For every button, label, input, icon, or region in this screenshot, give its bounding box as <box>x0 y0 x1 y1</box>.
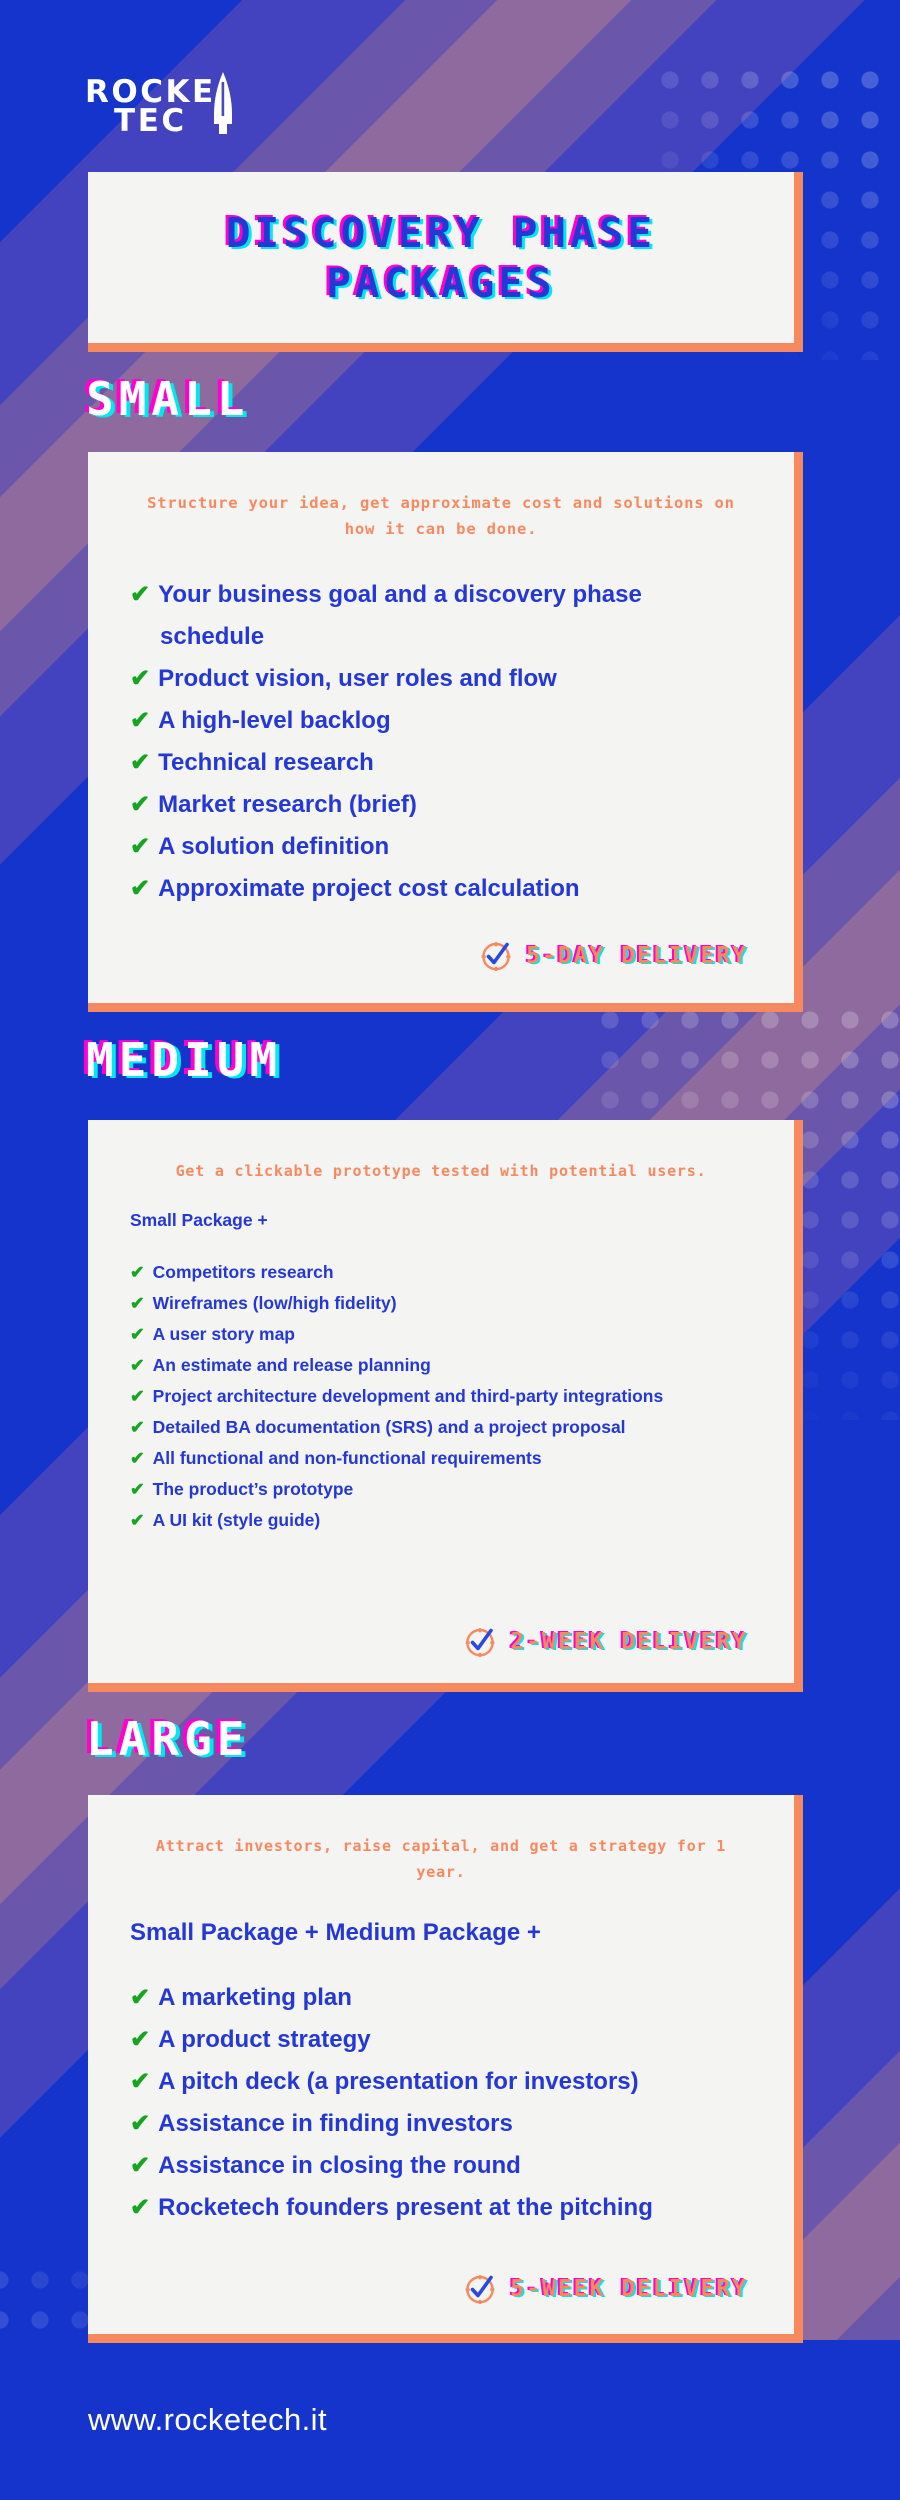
feature-item: ✔ A UI kit (style guide) <box>130 1505 752 1536</box>
package-tagline-medium: Get a clickable prototype tested with po… <box>175 1162 707 1180</box>
feature-item-label: Project architecture development and thi… <box>152 1386 664 1406</box>
check-icon: ✔ <box>130 581 151 608</box>
check-icon: ✔ <box>130 1324 145 1344</box>
check-icon: ✔ <box>130 1386 145 1406</box>
feature-item-label: A user story map <box>152 1324 295 1344</box>
check-icon: ✔ <box>130 1262 145 1282</box>
feature-item: ✔ All functional and non-functional requi… <box>130 1443 752 1474</box>
feature-item: ✔ A marketing plan <box>130 1977 752 2019</box>
logo-line-2: TEC <box>114 103 187 139</box>
page-title: DISCOVERY PHASE PACKAGES <box>226 208 656 308</box>
feature-item-label: Assistance in finding investors <box>158 2110 513 2137</box>
section-heading-medium: MEDIUM <box>86 1033 283 1087</box>
feature-item-label: A high-level backlog <box>158 707 391 734</box>
feature-item: ✔ Market research (brief) <box>130 784 752 826</box>
feature-item: ✔ Your business goal and a discovery phas… <box>130 574 752 658</box>
feature-item-label: The product’s prototype <box>152 1479 354 1499</box>
feature-item-label: A marketing plan <box>158 1984 352 2011</box>
check-icon: ✔ <box>130 1355 145 1375</box>
delivery-badge-medium: 2-WEEK DELIVERY <box>463 1625 748 1659</box>
check-icon: ✔ <box>130 1479 145 1499</box>
feature-item-label: Competitors research <box>152 1262 334 1282</box>
rocketech-logo: ROCKE TEC <box>85 72 244 139</box>
includes-line-medium: Small Package + <box>130 1210 268 1230</box>
feature-item: ✔ Detailed BA documentation (SRS) and a p… <box>130 1412 752 1443</box>
feature-list-large: ✔ A marketing plan ✔ A product strategy ✔ A p… <box>130 1977 752 2229</box>
package-card-large: Attract investors, raise capital, and ge… <box>88 1795 803 2343</box>
feature-item-label: A solution definition <box>158 833 390 860</box>
check-icon: ✔ <box>130 791 151 818</box>
feature-item-label: Technical research <box>158 749 374 776</box>
delivery-label-medium: 2-WEEK DELIVERY <box>510 1629 748 1655</box>
clock-check-icon <box>465 2275 495 2304</box>
section-heading-small: SMALL <box>86 372 250 426</box>
check-icon: ✔ <box>130 2194 151 2221</box>
check-icon: ✔ <box>130 1984 151 2011</box>
check-icon: ✔ <box>130 1293 145 1313</box>
clock-check-icon <box>481 942 511 971</box>
check-icon: ✔ <box>130 833 151 860</box>
feature-item-label: All functional and non-functional requir… <box>152 1448 542 1468</box>
check-icon: ✔ <box>130 875 151 902</box>
feature-item: ✔ Wireframes (low/high fidelity) <box>130 1288 752 1319</box>
package-tagline-small: Structure your idea, get approximate cos… <box>147 494 735 538</box>
check-icon: ✔ <box>130 2152 151 2179</box>
feature-item-label: A UI kit (style guide) <box>152 1510 321 1530</box>
package-card-medium: Get a clickable prototype tested with po… <box>88 1120 803 1692</box>
includes-line-large: Small Package + Medium Package + <box>130 1919 541 1946</box>
feature-item-label: Product vision, user roles and flow <box>158 665 557 692</box>
feature-item: ✔ An estimate and release planning <box>130 1350 752 1381</box>
feature-item-label: Market research (brief) <box>158 791 417 818</box>
feature-item: ✔ Product vision, user roles and flow <box>130 658 752 700</box>
feature-item-label: Approximate project cost calculation <box>158 875 580 902</box>
feature-item: ✔ A user story map <box>130 1319 752 1350</box>
rocket-icon <box>213 72 232 134</box>
feature-item-label: Rocketech founders present at the pitchi… <box>158 2194 653 2221</box>
feature-item: ✔ Technical research <box>130 742 752 784</box>
delivery-badge-large: 5-WEEK DELIVERY <box>463 2272 748 2306</box>
check-icon: ✔ <box>130 1448 145 1468</box>
clock-check-icon <box>465 1628 495 1657</box>
delivery-label-small: 5-DAY DELIVERY <box>526 943 748 969</box>
feature-item: ✔ Competitors research <box>130 1257 752 1288</box>
check-icon: ✔ <box>130 2110 151 2137</box>
package-tagline-large: Attract investors, raise capital, and ge… <box>155 1837 727 1881</box>
feature-item: ✔ The product’s prototype <box>130 1474 752 1505</box>
delivery-label-large: 5-WEEK DELIVERY <box>510 2276 748 2302</box>
footer-website-url[interactable]: www.rocketech.it <box>88 2402 327 2438</box>
feature-item: ✔ A product strategy <box>130 2019 752 2061</box>
check-icon: ✔ <box>130 1510 145 1530</box>
poster-title-card: DISCOVERY PHASE PACKAGES <box>88 172 803 352</box>
check-icon: ✔ <box>130 2068 151 2095</box>
feature-item-label: An estimate and release planning <box>152 1355 431 1375</box>
section-heading-large: LARGE <box>86 1712 250 1766</box>
feature-item: ✔ A pitch deck (a presentation for invest… <box>130 2061 752 2103</box>
check-icon: ✔ <box>130 665 151 692</box>
check-icon: ✔ <box>130 2026 151 2053</box>
feature-item: ✔ Approximate project cost calculation <box>130 868 752 910</box>
check-icon: ✔ <box>130 749 151 776</box>
page-title-line-1: DISCOVERY PHASE <box>225 208 657 257</box>
feature-item-label: Your business goal and a discovery phase… <box>158 581 642 650</box>
delivery-badge-small: 5-DAY DELIVERY <box>479 939 748 973</box>
feature-item-label: A pitch deck (a presentation for investo… <box>158 2068 639 2095</box>
page-title-line-2: PACKAGES <box>326 258 556 307</box>
feature-list-small: ✔ Your business goal and a discovery phas… <box>130 574 752 910</box>
feature-item-label: Detailed BA documentation (SRS) and a pr… <box>152 1417 626 1437</box>
feature-item: ✔ Project architecture development and th… <box>130 1381 752 1412</box>
feature-item: ✔ Assistance in closing the round <box>130 2145 752 2187</box>
feature-item: ✔ A solution definition <box>130 826 752 868</box>
feature-item-label: A product strategy <box>158 2026 371 2053</box>
check-icon: ✔ <box>130 707 151 734</box>
feature-item-label: Wireframes (low/high fidelity) <box>152 1293 397 1313</box>
feature-item: ✔ Rocketech founders present at the pitch… <box>130 2187 752 2229</box>
feature-item: ✔ A high-level backlog <box>130 700 752 742</box>
logo-wordmark: ROCKE TEC <box>85 77 216 139</box>
feature-item: ✔ Assistance in finding investors <box>130 2103 752 2145</box>
check-icon: ✔ <box>130 1417 145 1437</box>
infographic-poster: ROCKE TEC DISCOVERY PHASE PACKAGES SMALL… <box>0 0 900 2500</box>
feature-list-medium: ✔ Competitors research ✔ Wireframes (low/hi… <box>130 1257 752 1536</box>
feature-item-label: Assistance in closing the round <box>158 2152 521 2179</box>
package-card-small: Structure your idea, get approximate cos… <box>88 452 803 1012</box>
